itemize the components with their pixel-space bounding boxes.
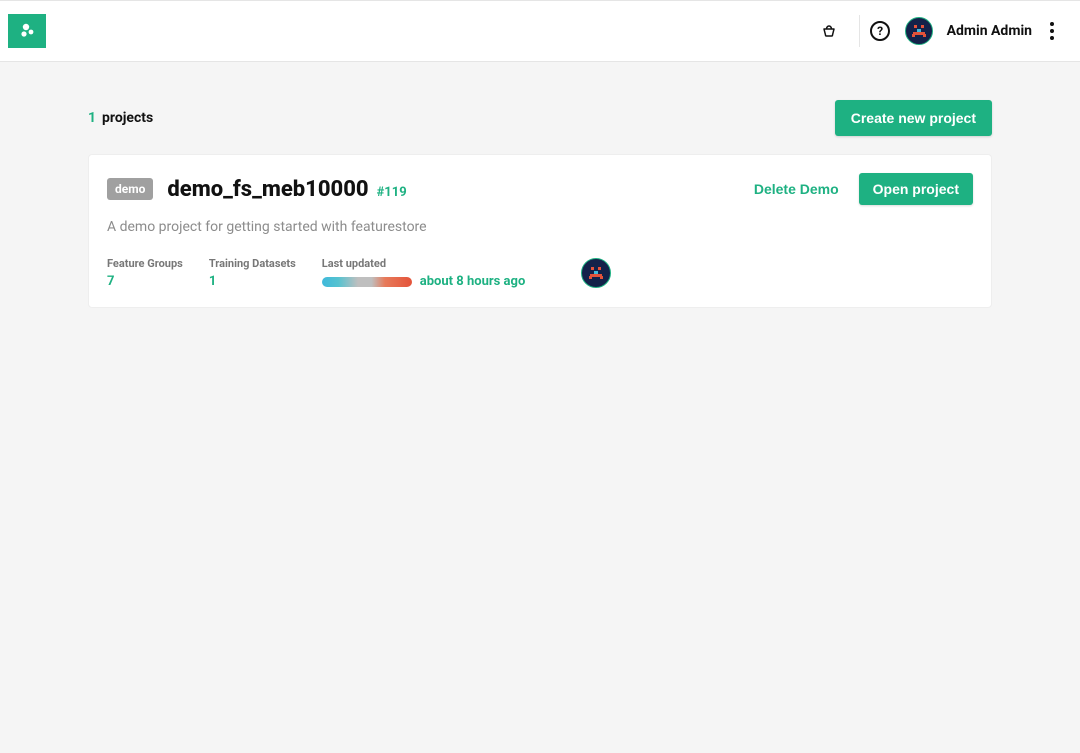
stat-last-updated: Last updated about 8 hours ago: [322, 257, 526, 289]
topbar-right: ? Admin Admin: [813, 15, 1080, 47]
avatar-icon: [585, 262, 607, 284]
avatar-icon: [908, 20, 930, 42]
projects-count-number: 1: [88, 110, 96, 126]
username-label[interactable]: Admin Admin: [947, 23, 1032, 39]
create-project-button[interactable]: Create new project: [835, 100, 992, 136]
stat-training-datasets: Training Datasets 1: [209, 257, 296, 289]
project-title[interactable]: demo_fs_meb10000: [167, 177, 368, 202]
stat-value: 1: [209, 274, 296, 289]
projects-count: 1 projects: [88, 110, 153, 126]
project-description: A demo project for getting started with …: [107, 219, 973, 235]
app-logo[interactable]: [8, 14, 46, 48]
page-body: 1 projects Create new project demo demo_f…: [0, 100, 1080, 308]
stat-value: 7: [107, 274, 183, 289]
projects-count-label: projects: [102, 110, 153, 126]
stat-feature-groups: Feature Groups 7: [107, 257, 183, 289]
topbar: ? Admin Admin: [0, 0, 1080, 62]
basket-icon: [821, 23, 837, 39]
open-project-button[interactable]: Open project: [859, 173, 973, 205]
page-header: 1 projects Create new project: [88, 100, 992, 136]
kebab-dot-icon: [1050, 36, 1054, 40]
user-avatar[interactable]: [905, 17, 933, 45]
logo-icon: [17, 21, 37, 41]
help-icon: ?: [870, 21, 890, 41]
project-badge: demo: [107, 178, 153, 200]
project-stats: Feature Groups 7 Training Datasets 1 Las…: [107, 257, 973, 289]
stat-label: Training Datasets: [209, 257, 296, 270]
activity-sparkline-icon: [322, 277, 412, 287]
last-updated-value: about 8 hours ago: [420, 274, 526, 289]
delete-demo-button[interactable]: Delete Demo: [748, 180, 845, 198]
help-button[interactable]: ?: [859, 15, 891, 47]
project-card-header: demo demo_fs_meb10000 #119 Delete Demo O…: [107, 173, 973, 205]
more-menu-button[interactable]: [1046, 18, 1058, 44]
stat-label: Last updated: [322, 257, 526, 270]
kebab-dot-icon: [1050, 29, 1054, 33]
kebab-dot-icon: [1050, 22, 1054, 26]
basket-button[interactable]: [813, 15, 845, 47]
project-id: #119: [377, 185, 407, 200]
member-avatar[interactable]: [581, 258, 611, 288]
stat-label: Feature Groups: [107, 257, 183, 270]
project-card: demo demo_fs_meb10000 #119 Delete Demo O…: [88, 154, 992, 308]
